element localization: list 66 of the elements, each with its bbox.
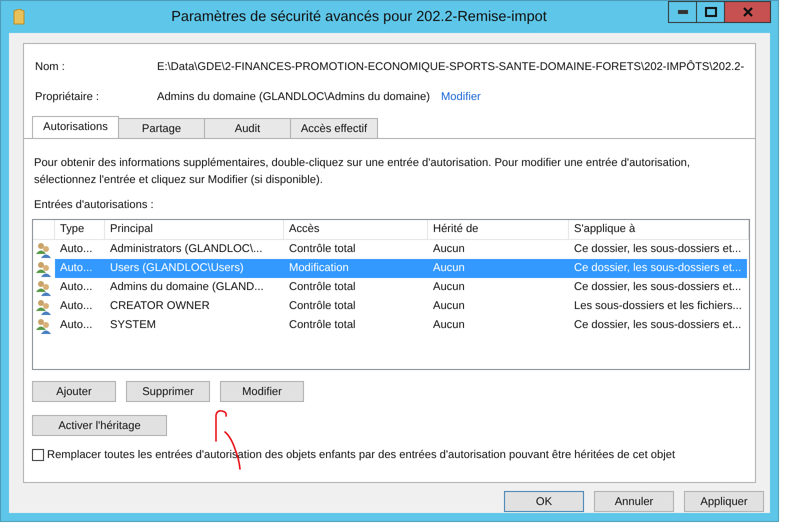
close-icon [742,7,752,17]
table-cell-text: Contrôle total [288,299,357,314]
table-cell-text: Auto... [59,242,94,257]
table-cell-text: SYSTEM [109,318,158,333]
table-cell-text: Contrôle total [288,280,357,295]
users-icon [35,298,52,314]
dialog-button[interactable]: Annuler [594,491,674,512]
entry-button[interactable]: Modifier [220,381,304,402]
owner-label: Propriétaire : [34,91,100,103]
table-cell-text: Users (GLANDLOC\Users) [109,261,245,276]
entry-button[interactable]: Supprimer [126,381,210,402]
tab[interactable]: Accès effectif [290,118,378,138]
tab[interactable]: Audit [204,118,291,138]
change-owner-link[interactable]: Modifier [440,91,481,103]
users-icon [35,318,52,334]
column-header[interactable]: Hérité de [428,220,569,239]
table-cell-text: Aucun [432,318,466,333]
table-cell-text: Aucun [432,280,466,295]
window-title: Paramètres de sécurité avancés pour 202.2-Remise-impot [170,9,548,25]
maximize-icon [704,7,716,17]
users-icon [35,260,52,276]
table-row[interactable]: Auto... CREATOR OWNER Contrôle total Aucun Les sous-dossiers et les fichiers... [55,297,747,316]
name-label: Nom : [34,61,66,73]
users-icon [35,242,52,258]
tab[interactable]: Autorisations [32,116,119,138]
table-cell-text: Les sous-dossiers et les fichiers... [573,299,743,314]
table-cell-text: CREATOR OWNER [109,299,211,314]
table-cell-text: Aucun [432,299,466,314]
description-text: Pour obtenir des informations supplémentaires, double-cliquez sur une entrée d'autorisation. Pour modifier une entrée d'autorisation, sélectionnez l'entrée et cliquez sur Modifier (si disponible). [33,156,692,188]
column-header[interactable]: Type [55,220,105,239]
enable-inheritance-button[interactable]: Activer l'héritage [32,415,167,436]
entries-label: Entrées d'autorisations : [33,199,155,211]
table-cell-text: Ce dossier, les sous-dossiers et... [573,242,742,257]
table-row[interactable]: Auto... SYSTEM Contrôle total Aucun Ce dossier, les sous-dossiers et... [55,316,747,335]
close-button[interactable] [724,1,771,23]
table-cell-text: Modification [288,261,350,276]
dialog-button[interactable]: OK [504,491,584,512]
minimize-icon [678,10,688,14]
column-header[interactable]: S'applique à [569,220,749,239]
table-cell-text: Auto... [59,318,94,333]
table-cell-text: Auto... [59,261,94,276]
dialog-button[interactable]: Appliquer [684,491,764,512]
name-value: E:\Data\GDE\2-FINANCES-PROMOTION-ECONOMIQUE-SPORTS-SANTE-DOMAINE-FORETS\202-IMPÔTS\202.2- [157,61,746,73]
table-cell-text: Aucun [432,242,466,257]
table-cell-text: Auto... [59,299,94,314]
maximize-button[interactable] [696,1,725,23]
tab[interactable]: Partage [118,118,205,138]
table-cell-text: Ce dossier, les sous-dossiers et... [573,261,742,276]
table-cell-text: Administrators (GLANDLOC\... [109,242,264,257]
column-header[interactable]: Accès [284,220,428,239]
table-cell-text: Ce dossier, les sous-dossiers et... [573,318,742,333]
table-cell-text: Auto... [59,280,94,295]
table-cell-text: Aucun [432,261,466,276]
table-cell-text: Contrôle total [288,242,357,257]
table-cell-text: Contrôle total [288,318,357,333]
column-header[interactable]: Principal [105,220,284,239]
table-row[interactable]: Auto... Admins du domaine (GLAND... Contrôle total Aucun Ce dossier, les sous-dossiers et... [55,278,747,297]
minimize-button[interactable] [668,1,697,23]
users-icon [35,280,52,296]
table-row[interactable]: Auto... Administrators (GLANDLOC\... Contrôle total Aucun Ce dossier, les sous-dossiers et... [55,240,747,259]
owner-value: Admins du domaine (GLANDLOC\Admins du domaine) [157,91,430,103]
table-cell-text: Ce dossier, les sous-dossiers et... [573,280,742,295]
replace-checkbox[interactable] [32,449,44,461]
entry-button[interactable]: Ajouter [32,381,116,402]
table-cell-text: Admins du domaine (GLAND... [109,280,265,295]
folder-icon [13,9,25,25]
